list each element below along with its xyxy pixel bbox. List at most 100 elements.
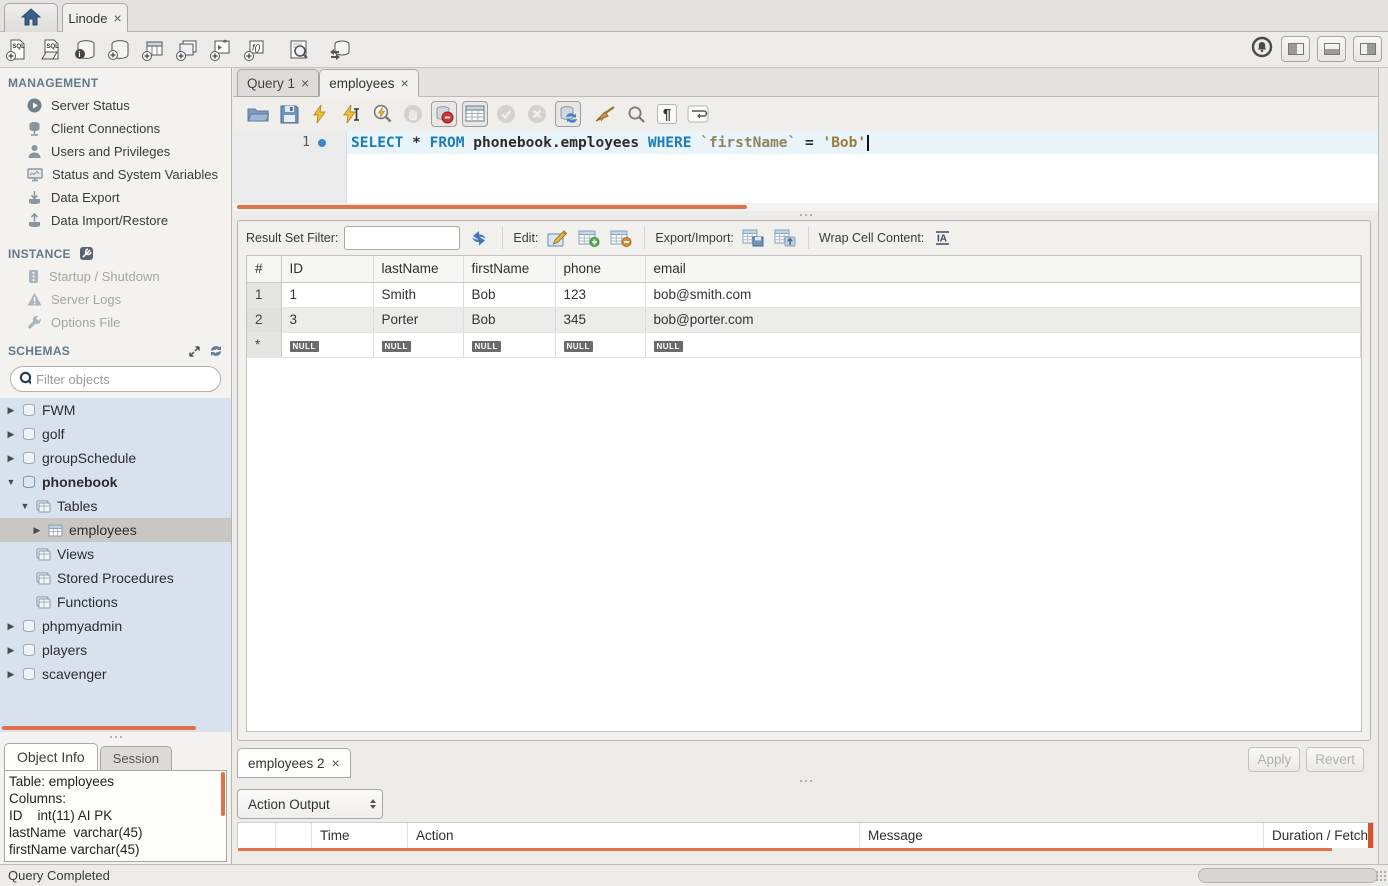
- refresh-results-icon[interactable]: [466, 226, 492, 250]
- sidebar-item-server-logs[interactable]: Server Logs: [0, 288, 231, 311]
- cell[interactable]: NULL: [555, 332, 645, 357]
- cell[interactable]: 345: [555, 307, 645, 332]
- tab-employees-2[interactable]: employees 2 ×: [237, 748, 351, 778]
- toggle-autocommit-button[interactable]: [555, 101, 581, 127]
- chevron-right-icon[interactable]: ▶: [32, 525, 42, 536]
- cell[interactable]: bob@smith.com: [645, 282, 1361, 307]
- result-row[interactable]: 2 3 Porter Bob 345 bob@porter.com: [247, 307, 1361, 332]
- new-query-icon[interactable]: SQL: [0, 35, 34, 65]
- tree-row-tables[interactable]: ▼ Tables: [0, 494, 231, 518]
- close-icon[interactable]: ×: [301, 76, 309, 90]
- output-col-message[interactable]: Message: [860, 823, 1264, 848]
- cell[interactable]: 123: [555, 282, 645, 307]
- bottom-scrollbar-thumb[interactable]: [1198, 868, 1378, 883]
- schema-inspector-icon[interactable]: i: [68, 35, 102, 65]
- editor-result-splitter[interactable]: [233, 211, 1378, 220]
- schema-row-groupschedule[interactable]: ▶ groupSchedule: [0, 446, 231, 470]
- schema-row-scavenger[interactable]: ▶ scavenger: [0, 662, 231, 686]
- revert-button[interactable]: Revert: [1306, 747, 1364, 772]
- close-icon[interactable]: ×: [401, 76, 409, 90]
- commit-icon[interactable]: [493, 101, 519, 127]
- result-output-splitter[interactable]: [233, 777, 1378, 786]
- sql-editor[interactable]: 1 SELECT * FROM phonebook.employees WHER…: [233, 131, 1378, 203]
- tab-object-info[interactable]: Object Info: [4, 743, 98, 770]
- output-vertical-scrollbar[interactable]: [1368, 823, 1373, 848]
- tree-row-employees[interactable]: ▶ employees: [0, 518, 231, 542]
- cell[interactable]: Bob: [463, 282, 555, 307]
- result-row[interactable]: 1 1 Smith Bob 123 bob@smith.com: [247, 282, 1361, 307]
- create-table-icon[interactable]: [136, 35, 170, 65]
- tree-row-functions[interactable]: Functions: [0, 590, 231, 614]
- home-tab[interactable]: [4, 3, 58, 32]
- sidebar-item-startup-shutdown[interactable]: Startup / Shutdown: [0, 265, 231, 288]
- apply-button[interactable]: Apply: [1248, 747, 1300, 772]
- open-file-icon[interactable]: [245, 101, 271, 127]
- toggle-word-wrap-icon[interactable]: [685, 101, 711, 127]
- column-header-lastname[interactable]: lastName: [373, 256, 463, 282]
- expand-schemas-icon[interactable]: [188, 345, 201, 358]
- column-header-id[interactable]: ID: [281, 256, 373, 282]
- sidebar-item-data-export[interactable]: Data Export: [0, 186, 231, 209]
- schema-row-phpmyadmin[interactable]: ▶ phpmyadmin: [0, 614, 231, 638]
- show-invisible-characters-icon[interactable]: ¶: [654, 101, 680, 127]
- resize-grip-icon[interactable]: [1375, 870, 1387, 882]
- chevron-right-icon[interactable]: ▶: [6, 429, 16, 440]
- result-filter-input[interactable]: [344, 226, 460, 250]
- create-schema-icon[interactable]: [102, 35, 136, 65]
- reconnect-db-icon[interactable]: [322, 35, 356, 65]
- output-horizontal-scrollbar[interactable]: [238, 848, 1332, 851]
- schema-row-golf[interactable]: ▶ golf: [0, 422, 231, 446]
- beautify-script-icon[interactable]: [592, 101, 618, 127]
- chevron-right-icon[interactable]: ▶: [6, 405, 16, 416]
- editor-horizontal-scrollbar[interactable]: [237, 205, 747, 209]
- cell[interactable]: 3: [281, 307, 373, 332]
- toggle-right-panel-button[interactable]: [1353, 36, 1382, 62]
- output-col-blank2[interactable]: [276, 823, 312, 848]
- cell[interactable]: Bob: [463, 307, 555, 332]
- execute-query-icon[interactable]: [307, 101, 333, 127]
- column-header-firstname[interactable]: firstName: [463, 256, 555, 282]
- chevron-down-icon[interactable]: ▼: [20, 501, 30, 511]
- explain-plan-icon[interactable]: [369, 101, 395, 127]
- editor-code-area[interactable]: SELECT * FROM phonebook.employees WHERE …: [347, 131, 1378, 203]
- execute-current-statement-icon[interactable]: [338, 101, 364, 127]
- schema-filter-input[interactable]: [36, 372, 212, 387]
- find-icon[interactable]: [623, 101, 649, 127]
- tree-row-views[interactable]: Views: [0, 542, 231, 566]
- sidebar-splitter[interactable]: [0, 732, 231, 743]
- wrap-cell-content-icon[interactable]: IA: [930, 226, 956, 250]
- sidebar-item-server-status[interactable]: Server Status: [0, 94, 231, 117]
- tree-horizontal-scrollbar[interactable]: [2, 726, 196, 730]
- chevron-right-icon[interactable]: ▶: [6, 621, 16, 632]
- close-icon[interactable]: ×: [332, 756, 340, 770]
- output-type-select[interactable]: Action Output: [237, 789, 383, 819]
- sidebar-item-data-import[interactable]: Data Import/Restore: [0, 209, 231, 232]
- cell[interactable]: NULL: [645, 332, 1361, 357]
- result-grid[interactable]: # ID lastName firstName phone email 1 1 …: [246, 255, 1362, 732]
- chevron-down-icon[interactable]: ▼: [6, 477, 16, 487]
- collapsed-right-panel[interactable]: [1378, 68, 1388, 864]
- delete-row-icon[interactable]: [608, 226, 634, 250]
- column-header-rownum[interactable]: #: [247, 256, 281, 282]
- output-col-blank1[interactable]: [238, 823, 276, 848]
- chevron-right-icon[interactable]: ▶: [6, 645, 16, 656]
- tab-session[interactable]: Session: [100, 746, 172, 770]
- stop-query-icon[interactable]: [400, 101, 426, 127]
- import-recordset-icon[interactable]: [772, 226, 798, 250]
- close-icon[interactable]: ×: [113, 11, 121, 25]
- edit-record-icon[interactable]: [544, 226, 570, 250]
- schema-row-players[interactable]: ▶ players: [0, 638, 231, 662]
- output-col-time[interactable]: Time: [312, 823, 408, 848]
- chevron-right-icon[interactable]: ▶: [6, 453, 16, 464]
- create-view-icon[interactable]: [170, 35, 204, 65]
- refresh-schemas-icon[interactable]: [209, 344, 223, 358]
- tab-query-1[interactable]: Query 1 ×: [237, 69, 319, 97]
- output-col-action[interactable]: Action: [408, 823, 860, 848]
- cell[interactable]: NULL: [463, 332, 555, 357]
- sidebar-item-status-system-variables[interactable]: Status and System Variables: [0, 163, 231, 186]
- open-script-icon[interactable]: SQL: [34, 35, 68, 65]
- schema-row-fwm[interactable]: ▶ FWM: [0, 398, 231, 422]
- toggle-left-panel-button[interactable]: [1281, 36, 1310, 62]
- sidebar-item-users-privileges[interactable]: Users and Privileges: [0, 140, 231, 163]
- object-info-scrollbar[interactable]: [221, 772, 225, 816]
